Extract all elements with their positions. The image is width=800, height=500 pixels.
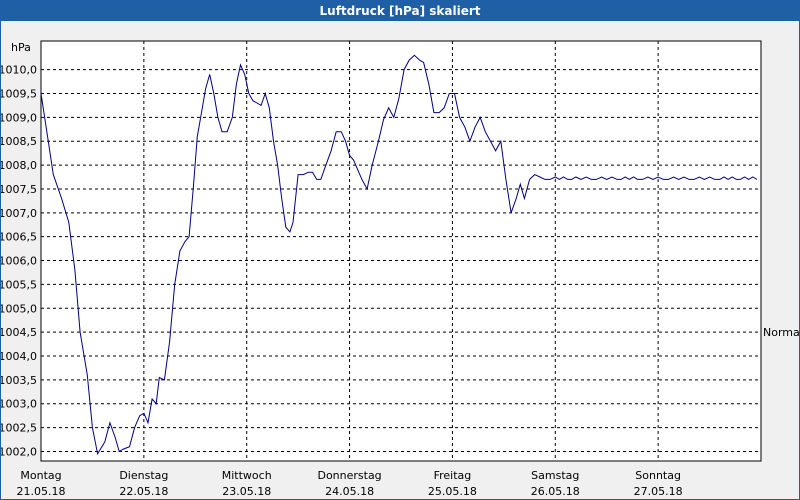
normal-reference-label: Normal: [763, 326, 799, 339]
y-axis-ticks: 1010,0 1009,5 1009,0 1008,5 1008,0 1007,5 1007…: [1, 64, 37, 459]
y-tick-label: 1008,5: [1, 135, 37, 148]
y-tick-label: 1002,0: [1, 445, 37, 458]
y-tick-label: 1007,0: [1, 207, 37, 220]
x-tick-date: 21.05.18: [17, 485, 66, 498]
plot-area: [40, 40, 762, 462]
y-tick-label: 1009,5: [1, 88, 37, 101]
x-tick-date: 22.05.18: [119, 485, 168, 498]
y-tick-label: 1003,0: [1, 398, 37, 411]
y-tick-label: 1004,0: [1, 350, 37, 363]
x-tick-day: Samstag: [531, 469, 579, 482]
y-tick-label: 1002,5: [1, 422, 37, 435]
x-tick-day: Mittwoch: [222, 469, 272, 482]
y-tick-label: 1006,0: [1, 255, 37, 268]
x-tick-day: Dienstag: [119, 469, 168, 482]
x-tick-day: Montag: [20, 469, 61, 482]
x-tick-date: 26.05.18: [531, 485, 580, 498]
y-tick-label: 1008,0: [1, 159, 37, 172]
y-tick-label: 1010,0: [1, 64, 37, 77]
x-tick-day: Sonntag: [635, 469, 681, 482]
x-axis-ticks: Montag 21.05.18 Dienstag 22.05.18 Mittwoch 23…: [17, 469, 683, 498]
x-tick-day: Freitag: [434, 469, 472, 482]
x-tick-date: 27.05.18: [634, 485, 683, 498]
x-tick-date: 25.05.18: [428, 485, 477, 498]
x-tick-date: 23.05.18: [222, 485, 271, 498]
y-tick-label: 1005,0: [1, 302, 37, 315]
y-tick-label: 1007,5: [1, 183, 37, 196]
x-tick-day: Donnerstag: [317, 469, 381, 482]
y-tick-label: 1003,5: [1, 374, 37, 387]
y-tick-label: 1004,5: [1, 326, 37, 339]
y-tick-label: 1005,5: [1, 278, 37, 291]
pressure-chart: 1010,0 1009,5 1009,0 1008,5 1008,0 1007,5 1007…: [1, 40, 799, 498]
y-tick-label: 1009,0: [1, 111, 37, 124]
y-axis-unit: hPa: [11, 41, 31, 54]
chart-window: Luftdruck [hPa] skaliert 1010,0 1009,5 100…: [0, 0, 800, 500]
x-tick-date: 24.05.18: [325, 485, 374, 498]
y-tick-label: 1006,5: [1, 231, 37, 244]
